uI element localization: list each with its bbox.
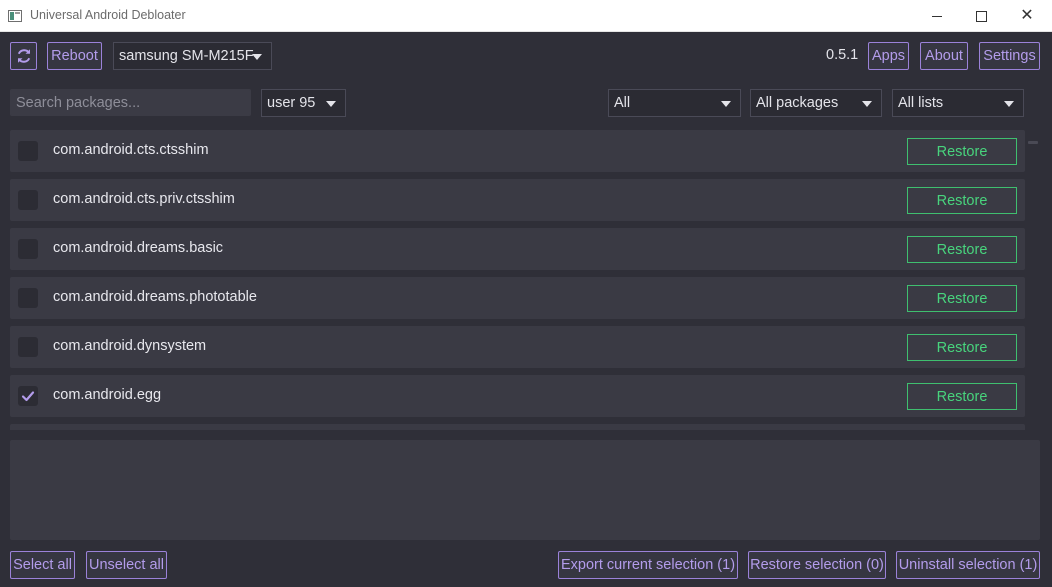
list-filter-value: All lists [898, 95, 944, 111]
about-button[interactable]: About [920, 42, 968, 70]
package-name: com.android.dynsystem [53, 338, 207, 354]
package-name: com.android.cts.priv.ctsshim [53, 191, 235, 207]
list-scrollbar[interactable] [1028, 141, 1038, 144]
app-main: Reboot samsung SM-M215F 0.5.1 Apps About… [0, 32, 1052, 587]
package-description-panel [10, 440, 1040, 540]
restore-button[interactable]: Restore [907, 187, 1017, 214]
package-row[interactable]: com.android.dreams.phototable Restore [10, 277, 1025, 319]
package-name: com.android.dreams.basic [53, 240, 224, 256]
package-row[interactable]: com.android.cts.ctsshim Restore [10, 130, 1025, 172]
state-filter-value: All [614, 95, 631, 111]
settings-button[interactable]: Settings [979, 42, 1040, 70]
minimize-button[interactable] [914, 0, 960, 32]
minimize-icon [932, 15, 942, 17]
search-input[interactable] [10, 89, 251, 116]
apps-button[interactable]: Apps [868, 42, 909, 70]
window-titlebar: Universal Android Debloater ✕ [0, 0, 1052, 32]
package-row[interactable]: com.android.egg Restore [10, 375, 1025, 417]
package-checkbox[interactable] [18, 141, 38, 161]
app-icon [8, 10, 22, 22]
package-row[interactable]: com.android.dynsystem Restore [10, 326, 1025, 368]
restore-button[interactable]: Restore [907, 334, 1017, 361]
package-checkbox[interactable] [18, 239, 38, 259]
package-checkbox[interactable] [18, 386, 38, 406]
checkmark-icon [21, 391, 35, 402]
restore-button[interactable]: Restore [907, 138, 1017, 165]
package-checkbox[interactable] [18, 190, 38, 210]
chevron-down-icon [862, 101, 872, 107]
export-selection-button[interactable]: Export current selection (1) [558, 551, 738, 579]
close-icon: ✕ [1020, 7, 1034, 24]
chevron-down-icon [252, 54, 262, 60]
package-name: com.android.egg [53, 387, 162, 403]
restore-button[interactable]: Restore [907, 285, 1017, 312]
package-name: com.android.cts.ctsshim [53, 142, 209, 158]
package-checkbox[interactable] [18, 288, 38, 308]
list-filter-select[interactable]: All lists [892, 89, 1024, 117]
maximize-button[interactable] [958, 0, 1004, 32]
maximize-icon [975, 10, 987, 22]
chevron-down-icon [721, 101, 731, 107]
refresh-icon [17, 49, 30, 63]
restore-button[interactable]: Restore [907, 236, 1017, 263]
select-all-button[interactable]: Select all [10, 551, 75, 579]
window-title: Universal Android Debloater [30, 8, 186, 22]
refresh-button[interactable] [10, 42, 37, 70]
package-row[interactable] [10, 424, 1025, 430]
package-row[interactable]: com.android.cts.priv.ctsshim Restore [10, 179, 1025, 221]
state-filter-select[interactable]: All [608, 89, 741, 117]
user-select[interactable]: user 95 [261, 89, 346, 117]
package-list: com.android.cts.ctsshim Restore com.andr… [10, 130, 1026, 430]
removal-filter-value: All packages [756, 95, 839, 111]
chevron-down-icon [1004, 101, 1014, 107]
package-checkbox[interactable] [18, 337, 38, 357]
unselect-all-button[interactable]: Unselect all [86, 551, 167, 579]
removal-filter-select[interactable]: All packages [750, 89, 882, 117]
device-select[interactable]: samsung SM-M215F [113, 42, 272, 70]
chevron-down-icon [326, 101, 336, 107]
package-name: com.android.dreams.phototable [53, 289, 257, 305]
reboot-button[interactable]: Reboot [47, 42, 102, 70]
uninstall-selection-button[interactable]: Uninstall selection (1) [896, 551, 1040, 579]
close-button[interactable]: ✕ [1004, 0, 1050, 32]
restore-selection-button[interactable]: Restore selection (0) [748, 551, 886, 579]
version-label: 0.5.1 [826, 47, 859, 63]
user-select-value: user 95 [267, 95, 316, 111]
device-select-value: samsung SM-M215F [119, 48, 254, 64]
package-row[interactable]: com.android.dreams.basic Restore [10, 228, 1025, 270]
restore-button[interactable]: Restore [907, 383, 1017, 410]
